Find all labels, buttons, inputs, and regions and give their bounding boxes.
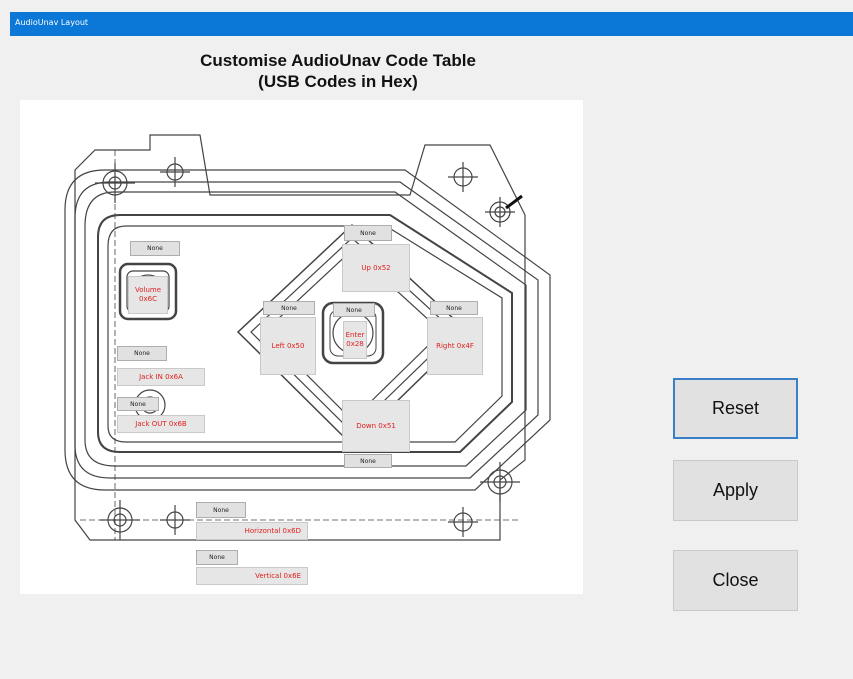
heading-line-1: Customise AudioUnav Code Table bbox=[200, 51, 476, 70]
title-bar: AudioUnav Layout bbox=[10, 12, 853, 36]
page-heading: Customise AudioUnav Code Table (USB Code… bbox=[128, 50, 548, 92]
horizontal-code-label[interactable]: Horizontal 0x6D bbox=[196, 522, 308, 540]
heading-line-2: (USB Codes in Hex) bbox=[258, 72, 418, 91]
down-code-slot[interactable]: None bbox=[344, 454, 392, 468]
device-diagram-panel: None Volume 0x6C None Up 0x52 None Left … bbox=[20, 100, 583, 594]
enter-code-slot[interactable]: None bbox=[333, 303, 375, 317]
right-code-slot[interactable]: None bbox=[430, 301, 478, 315]
up-code-label[interactable]: Up 0x52 bbox=[342, 244, 410, 292]
vertical-code-slot[interactable]: None bbox=[196, 550, 238, 565]
window-title: AudioUnav Layout bbox=[15, 18, 89, 27]
left-code-label[interactable]: Left 0x50 bbox=[260, 317, 316, 375]
jack-in-code-label[interactable]: Jack IN 0x6A bbox=[117, 368, 205, 386]
jack-out-code-label[interactable]: Jack OUT 0x6B bbox=[117, 415, 205, 433]
enter-code-label[interactable]: Enter 0x28 bbox=[343, 321, 367, 359]
window-client: Customise AudioUnav Code Table (USB Code… bbox=[10, 36, 853, 679]
up-code-slot[interactable]: None bbox=[344, 225, 392, 241]
volume-code-slot[interactable]: None bbox=[130, 241, 180, 256]
horizontal-code-slot[interactable]: None bbox=[196, 502, 246, 518]
vertical-code-label[interactable]: Vertical 0x6E bbox=[196, 567, 308, 585]
close-button[interactable]: Close bbox=[673, 550, 798, 611]
volume-code-label[interactable]: Volume 0x6C bbox=[128, 276, 168, 314]
left-code-slot[interactable]: None bbox=[263, 301, 315, 315]
right-code-label[interactable]: Right 0x4F bbox=[427, 317, 483, 375]
jack-in-code-slot[interactable]: None bbox=[117, 346, 167, 361]
apply-button[interactable]: Apply bbox=[673, 460, 798, 521]
reset-button[interactable]: Reset bbox=[673, 378, 798, 439]
jack-out-code-slot[interactable]: None bbox=[117, 397, 159, 411]
down-code-label[interactable]: Down 0x51 bbox=[342, 400, 410, 452]
